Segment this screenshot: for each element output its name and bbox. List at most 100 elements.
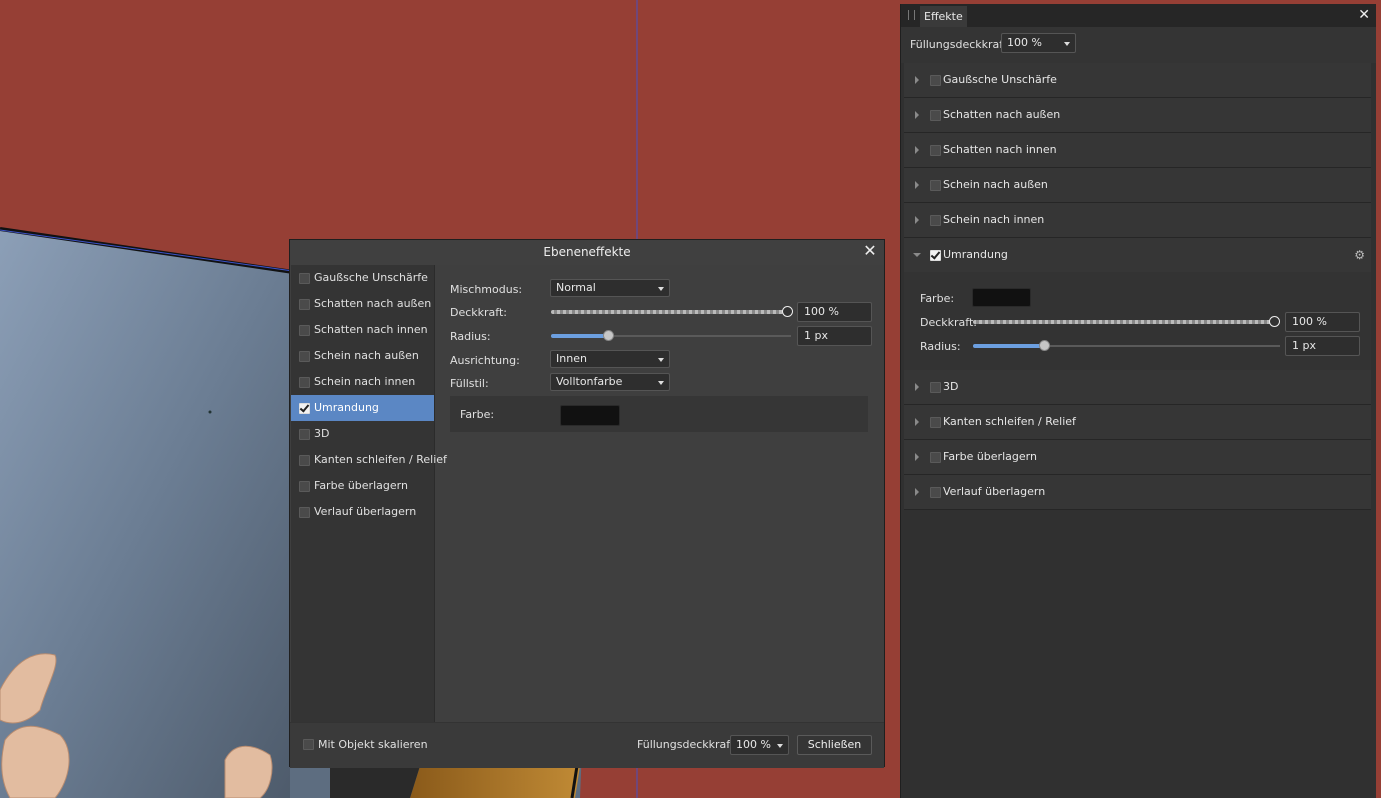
checkbox[interactable] bbox=[930, 110, 941, 121]
checkbox[interactable] bbox=[299, 351, 310, 362]
dialog-titlebar[interactable]: Ebeneneffekte bbox=[290, 240, 884, 265]
checkbox[interactable] bbox=[299, 455, 310, 466]
panel-effect-outer-shadow[interactable]: Schatten nach außen bbox=[904, 98, 1371, 133]
checkbox[interactable] bbox=[930, 145, 941, 156]
checkbox[interactable] bbox=[299, 325, 310, 336]
panel-effect-gaussian-blur[interactable]: Gaußsche Unschärfe bbox=[904, 63, 1371, 98]
dialog-effect-outline[interactable]: Umrandung bbox=[291, 395, 434, 421]
panel-effect-bevel-emboss[interactable]: Kanten schleifen / Relief bbox=[904, 405, 1371, 440]
dropdown-arrow-icon bbox=[777, 744, 783, 748]
opacity-slider[interactable] bbox=[551, 310, 787, 314]
radius-label: Radius: bbox=[450, 330, 491, 343]
expand-arrow-icon[interactable] bbox=[915, 488, 919, 496]
panel-fill-opacity-select[interactable]: 100 % bbox=[1001, 33, 1076, 53]
dialog-effect-gradient-overlay[interactable]: Verlauf überlagern bbox=[291, 499, 434, 525]
dialog-effect-inner-glow[interactable]: Schein nach innen bbox=[291, 369, 434, 395]
radius-slider-knob[interactable] bbox=[603, 330, 614, 341]
collapse-arrow-icon[interactable] bbox=[913, 253, 921, 257]
panel-effect-outer-glow[interactable]: Schein nach außen bbox=[904, 168, 1371, 203]
radius-field[interactable]: 1 px bbox=[797, 326, 872, 346]
panel-color-swatch[interactable] bbox=[972, 288, 1031, 307]
effects-panel: Effekte ✕ Füllungsdeckkraft: 100 % Gaußs… bbox=[900, 4, 1376, 798]
dialog-effect-color-overlay[interactable]: Farbe überlagern bbox=[291, 473, 434, 499]
dialog-effect-list: Gaußsche Unschärfe Schatten nach außen S… bbox=[291, 265, 447, 722]
dialog-effect-inner-shadow[interactable]: Schatten nach innen bbox=[291, 317, 434, 343]
checkbox[interactable] bbox=[930, 382, 941, 393]
checkbox[interactable] bbox=[299, 377, 310, 388]
expand-arrow-icon[interactable] bbox=[915, 111, 919, 119]
panel-fill-opacity-row: Füllungsdeckkraft: 100 % bbox=[901, 27, 1376, 63]
drag-handle-icon[interactable] bbox=[908, 10, 915, 20]
expand-arrow-icon[interactable] bbox=[915, 181, 919, 189]
panel-radius-slider-knob[interactable] bbox=[1039, 340, 1050, 351]
checkbox[interactable] bbox=[299, 299, 310, 310]
panel-effect-gradient-overlay[interactable]: Verlauf überlagern bbox=[904, 475, 1371, 510]
expand-arrow-icon[interactable] bbox=[915, 383, 919, 391]
checkbox[interactable] bbox=[930, 215, 941, 226]
panel-opacity-slider[interactable] bbox=[973, 320, 1273, 324]
panel-color-label: Farbe: bbox=[920, 292, 955, 305]
fill-opacity-select[interactable]: 100 % bbox=[730, 735, 789, 755]
dialog-footer: Mit Objekt skalieren Füllungsdeckkraft: … bbox=[290, 722, 884, 768]
opacity-field[interactable]: 100 % bbox=[797, 302, 872, 322]
color-label: Farbe: bbox=[460, 408, 495, 421]
photo-wall bbox=[0, 229, 300, 798]
checkbox[interactable] bbox=[930, 487, 941, 498]
alignment-label: Ausrichtung: bbox=[450, 354, 520, 367]
blend-mode-label: Mischmodus: bbox=[450, 283, 523, 296]
dialog-settings: Mischmodus: Normal Deckkraft: 100 % Radi… bbox=[435, 265, 885, 722]
expand-arrow-icon[interactable] bbox=[915, 453, 919, 461]
panel-radius-slider-fill bbox=[973, 344, 1045, 348]
fill-opacity-label: Füllungsdeckkraft: bbox=[637, 738, 738, 751]
dialog-effect-bevel-emboss[interactable]: Kanten schleifen / Relief bbox=[291, 447, 447, 473]
dialog-effect-outer-glow[interactable]: Schein nach außen bbox=[291, 343, 434, 369]
scale-with-object-checkbox[interactable] bbox=[303, 739, 314, 750]
dialog-effect-3d[interactable]: 3D bbox=[291, 421, 434, 447]
fill-style-select[interactable]: Volltonfarbe bbox=[550, 373, 670, 391]
close-button[interactable]: Schließen bbox=[797, 735, 872, 755]
checkbox[interactable] bbox=[930, 75, 941, 86]
checkbox[interactable] bbox=[299, 273, 310, 284]
panel-effect-color-overlay[interactable]: Farbe überlagern bbox=[904, 440, 1371, 475]
blend-mode-select[interactable]: Normal bbox=[550, 279, 670, 297]
panel-effect-inner-shadow[interactable]: Schatten nach innen bbox=[904, 133, 1371, 168]
expand-arrow-icon[interactable] bbox=[915, 418, 919, 426]
radius-slider-fill bbox=[551, 334, 609, 338]
panel-effect-inner-glow[interactable]: Schein nach innen bbox=[904, 203, 1371, 238]
panel-opacity-label: Deckkraft: bbox=[920, 316, 977, 329]
dropdown-arrow-icon bbox=[658, 381, 664, 385]
checkbox[interactable] bbox=[299, 429, 310, 440]
dropdown-arrow-icon bbox=[1064, 42, 1070, 46]
color-swatch[interactable] bbox=[560, 405, 620, 426]
dialog-effect-outer-shadow[interactable]: Schatten nach außen bbox=[291, 291, 434, 317]
panel-close-icon[interactable]: ✕ bbox=[1358, 7, 1370, 23]
checkbox[interactable] bbox=[930, 452, 941, 463]
panel-radius-field[interactable]: 1 px bbox=[1285, 336, 1360, 356]
checkbox[interactable] bbox=[930, 180, 941, 191]
checkbox[interactable] bbox=[299, 507, 310, 518]
tab-effects[interactable]: Effekte bbox=[920, 6, 967, 27]
expand-arrow-icon[interactable] bbox=[915, 146, 919, 154]
alignment-select[interactable]: Innen bbox=[550, 350, 670, 368]
panel-effect-3d[interactable]: 3D bbox=[904, 370, 1371, 405]
dialog-close-icon[interactable]: ✕ bbox=[862, 243, 878, 259]
checkbox[interactable] bbox=[930, 417, 941, 428]
checkbox[interactable] bbox=[299, 481, 310, 492]
panel-tabbar: Effekte ✕ bbox=[901, 4, 1376, 27]
panel-effect-outline[interactable]: Umrandung ⚙ bbox=[904, 238, 1371, 273]
checkbox-checked[interactable] bbox=[299, 403, 310, 414]
panel-opacity-slider-knob[interactable] bbox=[1269, 316, 1280, 327]
dialog-effect-gaussian-blur[interactable]: Gaußsche Unschärfe bbox=[291, 265, 434, 291]
fill-style-label: Füllstil: bbox=[450, 377, 489, 390]
dialog-title: Ebeneneffekte bbox=[543, 245, 631, 259]
panel-fill-opacity-label: Füllungsdeckkraft: bbox=[910, 38, 1011, 51]
expand-arrow-icon[interactable] bbox=[915, 216, 919, 224]
checkbox-checked[interactable] bbox=[930, 250, 941, 261]
gear-icon[interactable]: ⚙ bbox=[1354, 248, 1365, 262]
expand-arrow-icon[interactable] bbox=[915, 76, 919, 84]
panel-opacity-field[interactable]: 100 % bbox=[1285, 312, 1360, 332]
opacity-label: Deckkraft: bbox=[450, 306, 507, 319]
color-section: Farbe: bbox=[450, 396, 868, 432]
dropdown-arrow-icon bbox=[658, 358, 664, 362]
opacity-slider-knob[interactable] bbox=[782, 306, 793, 317]
